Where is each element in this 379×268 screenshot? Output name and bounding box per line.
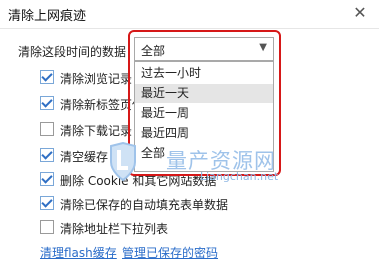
dropdown-option[interactable]: 最近一天 — [135, 84, 273, 103]
chevron-down-icon: ▼ — [259, 42, 267, 53]
label-clear-downloads: 清除下载记录 — [60, 124, 133, 138]
dropdown-option[interactable]: 过去一小时 — [135, 64, 273, 83]
label-clear-address-bar: 清除地址栏下拉列表 — [60, 222, 169, 236]
close-icon[interactable]: ✕ — [350, 3, 370, 23]
title-bar: 清除上网痕迹 ✕ — [0, 0, 379, 28]
manage-passwords-link[interactable]: 管理已保存的密码 — [122, 244, 218, 261]
time-range-label: 清除这段时间的数据： — [18, 45, 139, 59]
checkbox-clear-newtab[interactable] — [40, 96, 54, 110]
label-clear-autofill: 清除已保存的自动填充表单数据 — [60, 198, 229, 212]
label-clear-cache: 清空缓存 — [60, 150, 109, 164]
checkbox-clear-autofill[interactable] — [40, 196, 54, 210]
checkbox-clear-downloads[interactable] — [40, 122, 54, 136]
checkbox-delete-cookies[interactable] — [40, 172, 54, 186]
checkbox-clear-address-bar[interactable] — [40, 220, 54, 234]
watermark-url: Liangchan.net — [200, 170, 279, 183]
label-clear-newtab: 清除新标签页使 — [60, 98, 145, 112]
time-range-select[interactable]: 全部 ▼ — [134, 37, 274, 61]
dropdown-option[interactable]: 最近四周 — [135, 124, 273, 143]
window-title: 清除上网痕迹 — [8, 9, 87, 24]
checkbox-clear-history[interactable] — [40, 70, 54, 84]
watermark-shield-icon — [110, 142, 136, 182]
dropdown-option[interactable]: 最近一周 — [135, 104, 273, 123]
clear-flash-cache-link[interactable]: 清理flash缓存 — [40, 244, 117, 261]
label-clear-history: 清除浏览记录 — [60, 72, 133, 86]
checkbox-clear-cache[interactable] — [40, 148, 54, 162]
time-range-selected-value: 全部 — [141, 44, 166, 58]
title-divider — [0, 28, 379, 29]
